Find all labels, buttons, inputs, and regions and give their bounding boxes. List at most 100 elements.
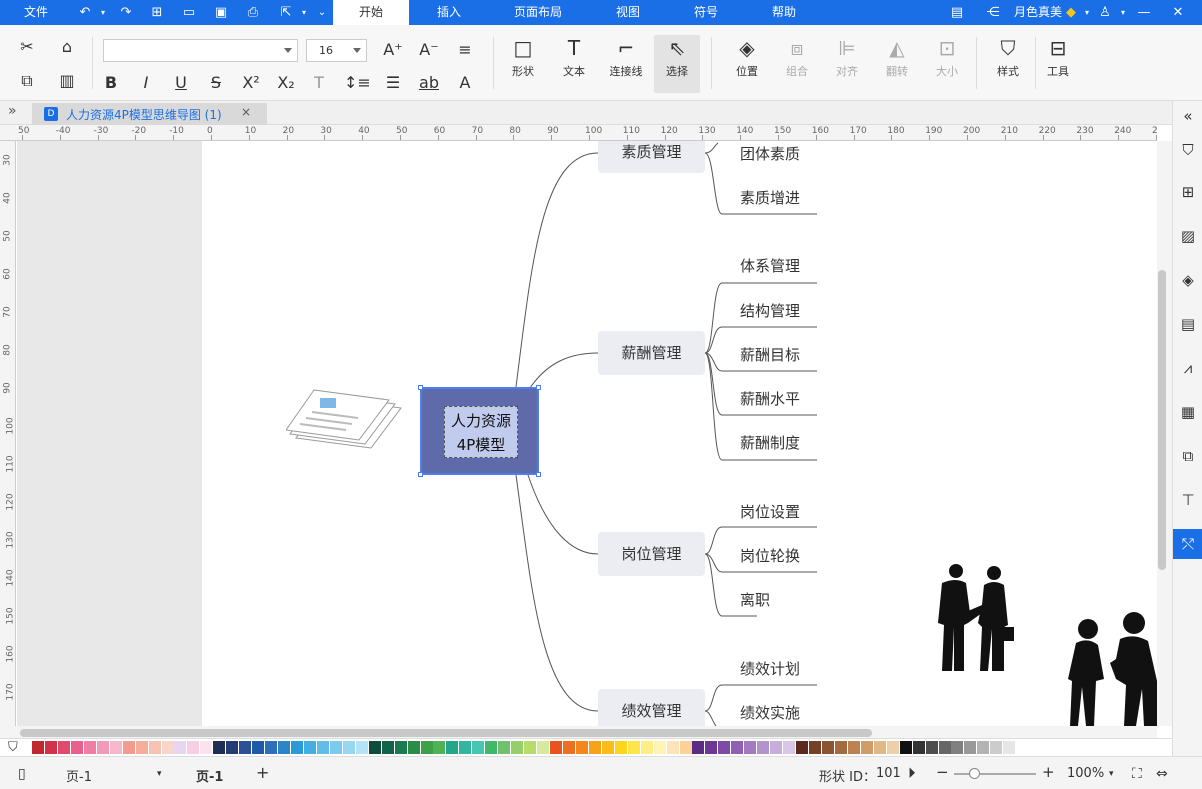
user-dropdown-icon[interactable]: ▾ — [1079, 5, 1095, 21]
style-button[interactable]: ⛉ 样式 — [985, 35, 1031, 93]
shape-button[interactable]: □ 形状 — [500, 35, 546, 93]
color-swatch[interactable] — [329, 741, 342, 754]
share-icon[interactable]: ⋲ — [985, 5, 1001, 21]
strikethrough-icon[interactable]: S — [205, 73, 227, 93]
color-swatch[interactable] — [57, 741, 70, 754]
color-swatch[interactable] — [239, 741, 252, 754]
color-swatch[interactable] — [200, 741, 213, 754]
customize-quick-access-icon[interactable]: ⌄ — [314, 5, 330, 21]
color-swatch[interactable] — [692, 741, 705, 754]
image-icon[interactable]: ▨ — [1177, 225, 1199, 247]
bold-icon[interactable]: B — [100, 73, 122, 93]
color-swatch[interactable] — [265, 741, 278, 754]
color-swatch[interactable] — [796, 741, 809, 754]
collapse-panel-icon[interactable]: « — [1177, 105, 1199, 127]
resize-handle[interactable] — [418, 385, 423, 390]
central-topic-text[interactable]: 人力资源 4P模型 — [444, 406, 518, 458]
color-swatch[interactable] — [537, 741, 550, 754]
color-swatch[interactable] — [640, 741, 653, 754]
zoom-out-button[interactable]: − — [936, 763, 949, 781]
leaf-topic[interactable]: 薪酬水平 — [740, 388, 800, 409]
paste-icon[interactable]: ▥ — [56, 71, 78, 91]
menu-home[interactable]: 开始 — [333, 0, 409, 25]
color-swatch[interactable] — [70, 741, 83, 754]
color-swatch[interactable] — [653, 741, 666, 754]
presentation-icon[interactable]: ⊤ — [1177, 489, 1199, 511]
zoom-dropdown-icon[interactable]: ▾ — [1109, 769, 1114, 779]
minimize-icon[interactable]: — — [1136, 5, 1152, 21]
page-tab[interactable]: 页-1 — [196, 766, 223, 785]
flip-button[interactable]: ◭ 翻转 — [874, 35, 920, 93]
vertical-scrollbar-thumb[interactable] — [1158, 270, 1166, 570]
drawing-canvas[interactable]: 人力资源 4P模型 素质管理 薪酬管理 岗位管理 绩效管理 团体素质 素质增进 … — [202, 141, 1157, 726]
play-icon[interactable]: ⏵ — [908, 764, 916, 782]
color-swatch[interactable] — [446, 741, 459, 754]
color-swatch[interactable] — [550, 741, 562, 754]
export-dropdown-icon[interactable]: ▾ — [296, 5, 312, 21]
color-swatch[interactable] — [83, 741, 96, 754]
size-button[interactable]: ⊡ 大小 — [924, 35, 970, 93]
font-grow-icon[interactable]: A⁺ — [382, 40, 404, 60]
color-swatch[interactable] — [990, 741, 1003, 754]
resize-handle[interactable] — [536, 472, 541, 477]
print-icon[interactable]: ⎙ — [245, 5, 261, 21]
layers-panel-icon[interactable]: ◈ — [1177, 269, 1199, 291]
color-swatch[interactable] — [109, 741, 122, 754]
theme-shirt-icon[interactable]: ♙ — [1097, 5, 1113, 21]
tools-button[interactable]: ⊟ 工具 — [1035, 35, 1081, 93]
copy-icon[interactable]: ⧉ — [16, 71, 38, 91]
color-swatch[interactable] — [96, 741, 109, 754]
color-swatch[interactable] — [394, 741, 407, 754]
redo-icon[interactable]: ↷ — [118, 5, 134, 21]
page-selector-dropdown-icon[interactable]: ▾ — [157, 769, 162, 779]
color-swatch[interactable] — [744, 741, 757, 754]
font-color-icon[interactable]: A — [454, 73, 476, 93]
leaf-topic[interactable]: 岗位设置 — [740, 501, 800, 522]
color-swatch[interactable] — [588, 741, 601, 754]
color-swatch[interactable] — [964, 741, 977, 754]
format-painter-icon[interactable]: ⌂ — [56, 37, 78, 57]
close-window-icon[interactable]: ✕ — [1170, 5, 1186, 21]
leaf-topic[interactable]: 体系管理 — [740, 255, 800, 276]
fill-icon[interactable]: ⛉ — [1177, 139, 1199, 161]
color-swatch[interactable] — [122, 741, 135, 754]
superscript-icon[interactable]: X² — [240, 73, 262, 93]
color-swatch[interactable] — [485, 741, 498, 754]
color-swatch[interactable] — [148, 741, 161, 754]
color-swatch[interactable] — [562, 741, 575, 754]
font-shrink-icon[interactable]: A⁻ — [418, 40, 440, 60]
color-swatch[interactable] — [834, 741, 847, 754]
color-swatch[interactable] — [977, 741, 990, 754]
color-swatch[interactable] — [433, 741, 446, 754]
user-name[interactable]: 月色真美 — [1012, 0, 1064, 25]
grid-icon[interactable]: ⊞ — [1177, 181, 1199, 203]
export-icon[interactable]: ⇱ — [278, 5, 294, 21]
chart-icon[interactable]: ⩘ — [1177, 357, 1199, 379]
branch-topic[interactable]: 绩效管理 — [598, 689, 705, 726]
color-swatch[interactable] — [809, 741, 821, 754]
color-swatch[interactable] — [718, 741, 731, 754]
leaf-topic[interactable]: 薪酬目标 — [740, 344, 800, 365]
resize-handle[interactable] — [536, 385, 541, 390]
close-tab-icon[interactable]: × — [241, 105, 251, 119]
color-swatch[interactable] — [847, 741, 860, 754]
branch-topic[interactable]: 薪酬管理 — [598, 331, 705, 375]
color-swatch[interactable] — [381, 741, 394, 754]
menu-view[interactable]: 视图 — [604, 0, 652, 25]
expand-panel-icon[interactable]: » — [8, 103, 17, 119]
color-swatch[interactable] — [407, 741, 420, 754]
color-swatch[interactable] — [821, 741, 834, 754]
menu-page-layout[interactable]: 页面布局 — [505, 0, 571, 25]
fill-bucket-icon[interactable]: ⛉ — [8, 740, 18, 755]
menu-file[interactable]: 文件 — [14, 0, 58, 25]
save-icon[interactable]: ▣ — [213, 5, 229, 21]
leaf-topic[interactable]: 离职 — [740, 589, 770, 610]
comment-icon[interactable]: ▤ — [949, 5, 965, 21]
horizontal-scrollbar-thumb[interactable] — [20, 729, 872, 737]
font-size-select[interactable]: 16 — [306, 39, 367, 62]
cut-icon[interactable]: ✂ — [16, 37, 38, 57]
resize-handle[interactable] — [418, 472, 423, 477]
open-folder-icon[interactable]: ▭ — [181, 5, 197, 21]
color-swatch[interactable] — [316, 741, 329, 754]
align-button[interactable]: ⊫ 对齐 — [824, 35, 870, 93]
